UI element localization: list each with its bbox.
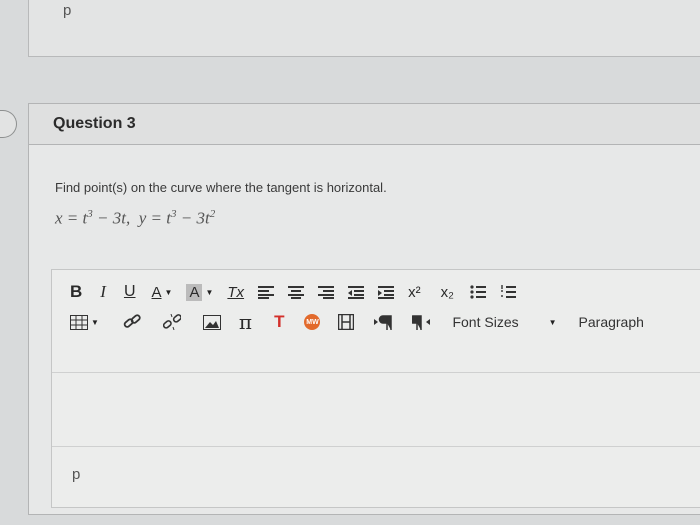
chevron-down-icon: ▼ — [548, 317, 557, 327]
chevron-down-icon: ▼ — [205, 287, 214, 297]
chevron-down-icon: ▼ — [91, 317, 99, 327]
question-title: Question 3 — [53, 115, 136, 132]
font-sizes-select[interactable]: Font Sizes ▼ — [452, 310, 556, 334]
unlink-icon[interactable] — [162, 310, 181, 334]
superscript-button[interactable]: x² — [408, 280, 421, 304]
bold-button[interactable]: B — [70, 280, 82, 304]
image-icon[interactable] — [202, 310, 221, 334]
ltr-paragraph-icon[interactable] — [374, 310, 393, 334]
answer-editor[interactable]: B I U A ▼ A ▼ Tx x² x₂ ▼ π T MW Font Siz… — [51, 269, 700, 508]
background-color-button[interactable]: A ▼ — [186, 280, 213, 304]
underline-button[interactable]: U — [124, 280, 136, 304]
mw-icon: MW — [304, 314, 321, 330]
chevron-down-icon: ▼ — [164, 287, 173, 297]
question-header: Question 3 — [29, 104, 700, 145]
subscript-button[interactable]: x₂ — [441, 280, 454, 304]
equation-pi-button[interactable]: π — [239, 310, 252, 334]
question-marker-icon — [0, 110, 17, 138]
editor-content-area[interactable] — [52, 372, 700, 507]
align-center-icon[interactable] — [288, 280, 305, 304]
text-t-button[interactable]: T — [274, 310, 284, 334]
link-icon[interactable] — [123, 310, 141, 334]
mathworks-button[interactable]: MW — [304, 310, 321, 334]
clear-formatting-button[interactable]: Tx — [227, 280, 244, 304]
question-card: Question 3 Find point(s) on the curve wh… — [28, 103, 700, 515]
table-icon — [70, 314, 88, 330]
toolbar-row-1: B I U A ▼ A ▼ Tx x² x₂ — [70, 278, 524, 306]
table-button[interactable]: ▼ — [70, 310, 99, 334]
editor-path-label: p — [63, 2, 72, 19]
font-color-button[interactable]: A ▼ — [152, 280, 173, 304]
outdent-icon[interactable] — [348, 280, 365, 304]
numbered-list-icon[interactable] — [500, 280, 516, 304]
italic-button[interactable]: I — [100, 280, 106, 304]
editor-path-label: p — [72, 466, 81, 483]
previous-question-panel: p — [28, 0, 700, 57]
question-equation: x = t3 − 3t, y = t3 − 3t2 — [55, 208, 216, 228]
rtl-paragraph-icon[interactable] — [412, 310, 431, 334]
indent-icon[interactable] — [378, 280, 395, 304]
question-prompt: Find point(s) on the curve where the tan… — [55, 180, 387, 195]
align-right-icon[interactable] — [318, 280, 335, 304]
paragraph-select[interactable]: Paragraph — [579, 310, 644, 334]
media-icon[interactable] — [338, 310, 355, 334]
bullet-list-icon[interactable] — [470, 280, 486, 304]
align-left-icon[interactable] — [258, 280, 275, 304]
toolbar-row-2: ▼ π T MW Font Sizes ▼ Paragraph — [70, 308, 652, 336]
editor-statusbar-divider — [52, 446, 700, 447]
